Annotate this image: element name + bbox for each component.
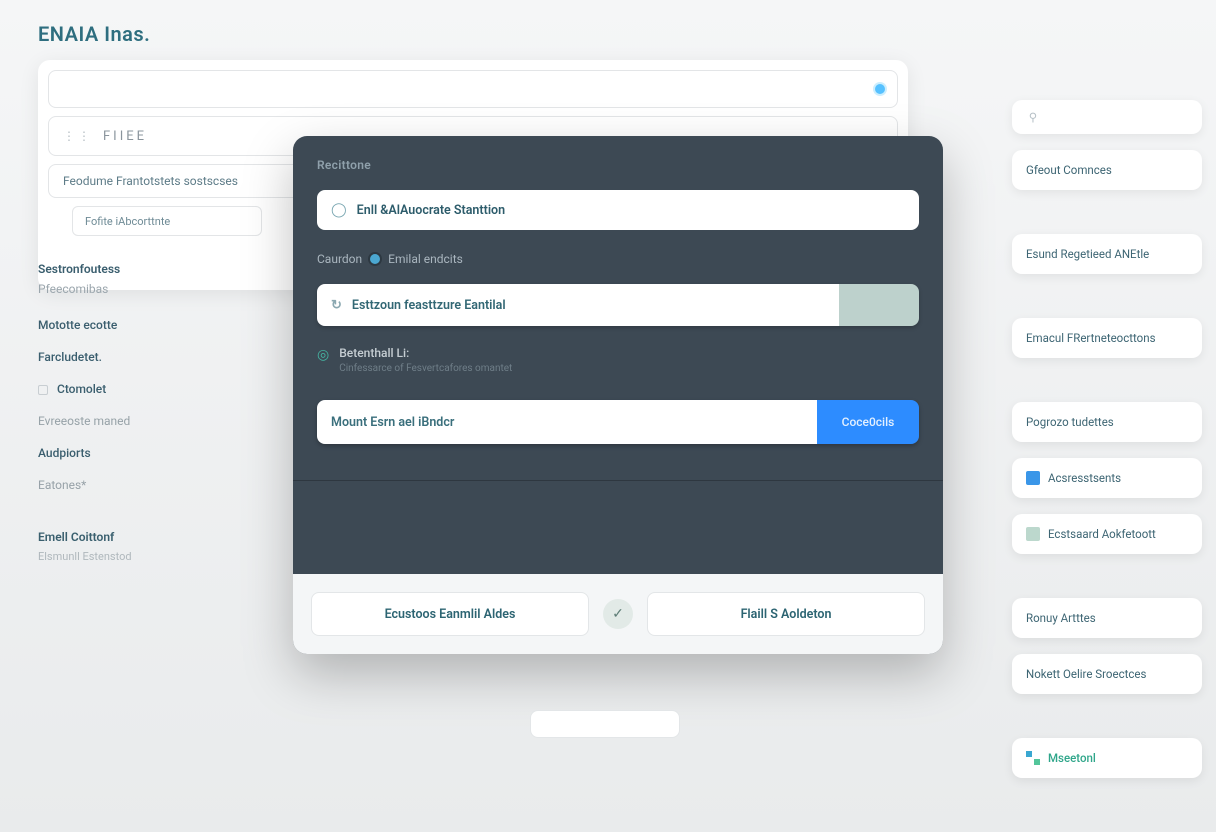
right-card[interactable]: Ronuy Artttes <box>1012 598 1202 638</box>
checkbox-icon[interactable] <box>38 385 48 395</box>
feature-input[interactable]: ↻ Esttzoun feasttzure Eantilal <box>317 284 919 326</box>
right-card[interactable]: Ecstsaard Aokfetoott <box>1012 514 1202 554</box>
sidebar-item[interactable]: Eatones* <box>38 478 258 492</box>
search-icon: ◯ <box>331 202 347 218</box>
right-card-label: Acsresstsents <box>1048 471 1121 485</box>
sidebar-heading: Sestronfoutess <box>38 262 258 276</box>
action-input[interactable]: Mount Esrn ael iBndcr <box>317 400 817 444</box>
sidebar-section-title: Emell Coittonf <box>38 530 258 544</box>
link-icon: ↻ <box>331 298 342 313</box>
sidebar-item[interactable]: Ctomolet <box>38 382 258 396</box>
modal-search-input[interactable]: ◯ Enll &AlAuocrate Stanttion <box>317 190 919 230</box>
right-card[interactable]: Gfeout Comnces <box>1012 150 1202 190</box>
address-bar[interactable] <box>48 70 898 108</box>
action-row: Mount Esrn ael iBndcr Coce0cils <box>317 400 919 444</box>
sub-chip[interactable]: Fofite iAbcorttnte <box>72 206 262 236</box>
right-card[interactable]: Esund Regetieed ANEtle <box>1012 234 1202 274</box>
modal-label-left: Caurdon <box>317 252 362 266</box>
sub-chip-label: Fofite iAbcorttnte <box>85 215 170 228</box>
info-subtitle: Cinfessarce of Fesvertcafores omantet <box>339 363 512 374</box>
modal-label-right: Emilal endcits <box>388 252 463 266</box>
feature-text: Esttzoun feasttzure Eantilal <box>352 298 506 313</box>
filter-label: FIIEE <box>103 129 147 144</box>
right-card[interactable]: Pogrozo tudettes <box>1012 402 1202 442</box>
right-column: ⚲ Gfeout Comnces Esund Regetieed ANEtle … <box>1012 100 1202 794</box>
info-title: Betenthall Li: <box>339 346 512 360</box>
square-icon <box>1026 527 1040 541</box>
modal-panel: Recittone ◯ Enll &AlAuocrate Stanttion C… <box>293 136 943 654</box>
sidebar-item-label: Ctomolet <box>57 382 106 396</box>
status-dot-icon <box>875 84 885 94</box>
action-input-text: Mount Esrn ael iBndcr <box>331 415 454 430</box>
target-icon: ◎ <box>317 347 329 363</box>
sidebar-item[interactable]: Evreeoste maned <box>38 414 258 428</box>
person-icon: ⚲ <box>1026 110 1040 124</box>
modal-footer: Ecustoos Eanmlil Aldes ✓ Flaill S Aoldet… <box>293 574 943 654</box>
sidebar-section-sub: Elsmunll Estenstod <box>38 550 258 563</box>
feature-addon[interactable] <box>839 284 919 326</box>
sidebar-item[interactable]: Mototte ecotte <box>38 318 258 332</box>
primary-action-button[interactable]: Coce0cils <box>817 400 919 444</box>
right-card-label: Mseetonl <box>1048 751 1096 765</box>
sidebar: Sestronfoutess Pfeecomibas Mototte ecott… <box>38 262 258 563</box>
sidebar-item[interactable]: Audpiorts <box>38 446 258 460</box>
info-row: ◎ Betenthall Li: Cinfessarce of Fesvertc… <box>317 346 919 374</box>
right-card[interactable]: ⚲ <box>1012 100 1202 134</box>
check-circle-icon[interactable]: ✓ <box>603 599 633 629</box>
divider <box>293 480 943 481</box>
right-card[interactable]: Emacul FRertneteocttons <box>1012 318 1202 358</box>
footer-card-left[interactable]: Ecustoos Eanmlil Aldes <box>311 592 589 636</box>
footer-card-right[interactable]: Flaill S Aoldeton <box>647 592 925 636</box>
right-card-label: Ecstsaard Aokfetoott <box>1048 527 1156 541</box>
right-card[interactable]: Acsresstsents <box>1012 458 1202 498</box>
bottom-pill-button[interactable] <box>530 710 680 738</box>
square-icon <box>1026 471 1040 485</box>
right-card[interactable]: Nokett Oelire Sroectces <box>1012 654 1202 694</box>
modal-label-row: Caurdon Emilal endcits <box>317 252 919 266</box>
modal-search-text: Enll &AlAuocrate Stanttion <box>357 203 505 218</box>
sidebar-subheading: Pfeecomibas <box>38 282 258 296</box>
sidebar-item[interactable]: Farcludetet. <box>38 350 258 364</box>
modal-title: Recittone <box>317 158 919 172</box>
brand-logo-icon <box>1026 751 1040 765</box>
indicator-dot-icon <box>370 254 380 264</box>
page-title: ENAIA Inas. <box>38 22 1196 46</box>
sub-bar-label: Feodume Frantotstets sostscses <box>63 174 238 188</box>
filter-icon: ⋮⋮ <box>63 129 93 143</box>
right-card-brand[interactable]: Mseetonl <box>1012 738 1202 778</box>
